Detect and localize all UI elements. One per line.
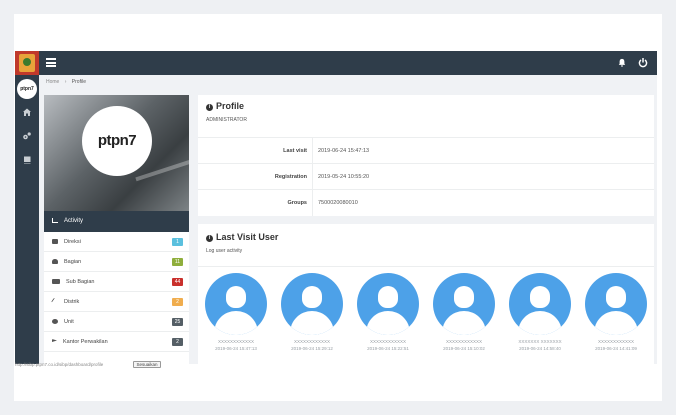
- row-key: Registration: [274, 174, 307, 180]
- book-icon: [52, 239, 58, 245]
- user-avatar[interactable]: [281, 273, 343, 335]
- top-navbar: [15, 51, 657, 75]
- activity-item-sub-bagian[interactable]: Sub Bagian 44: [44, 272, 189, 292]
- breadcrumb-separator: ›: [64, 79, 67, 85]
- user-time: 2019-06-24 14:58:40: [519, 346, 561, 351]
- info-row-last-visit: Last visit 2019-06-24 15:47:13: [198, 137, 654, 164]
- row-value: 2019-05-24 10:55:20: [318, 174, 370, 180]
- user-avatar[interactable]: [509, 273, 571, 335]
- info-row-groups: Groups 7500020080010: [198, 189, 654, 216]
- activity-item-direksi[interactable]: Direksi 1: [44, 232, 189, 252]
- profile-role: ADMINISTRATOR: [206, 117, 247, 123]
- profile-card: i Profile ADMINISTRATOR Last visit 2019-0…: [198, 95, 654, 216]
- user-avatar[interactable]: [433, 273, 495, 335]
- info-row-registration: Registration 2019-05-24 10:55:20: [198, 163, 654, 190]
- breadcrumb-current: Profile: [71, 79, 86, 85]
- activity-item-bagian[interactable]: Bagian 11: [44, 252, 189, 272]
- profile-title-text: Profile: [216, 101, 245, 111]
- user-time: 2019-06-24 14:41:09: [595, 346, 637, 351]
- breadcrumb: Home › Profile: [46, 79, 90, 85]
- last-visit-subtitle: Log user activity: [206, 248, 243, 254]
- home-icon[interactable]: [22, 107, 32, 117]
- cogs-icon[interactable]: [22, 131, 32, 141]
- pencil-icon: [51, 297, 59, 306]
- count-badge: 2: [172, 338, 183, 346]
- user-name: XXXXXXXXXXXX: [217, 339, 255, 344]
- activity-label: Kantor Perwakilan: [63, 339, 108, 345]
- row-key: Last visit: [283, 148, 307, 154]
- breadcrumb-home[interactable]: Home: [46, 79, 59, 85]
- last-visit-title-text: Last Visit User: [216, 232, 279, 242]
- activity-label: Distrik: [64, 299, 80, 305]
- company-logo: ptpn7: [82, 106, 152, 176]
- count-badge: 11: [172, 258, 183, 266]
- row-value: 7500020080010: [318, 200, 358, 206]
- activity-item-distrik[interactable]: Distrik 2: [44, 292, 189, 312]
- user-name: XXXXXXXXXXXX: [445, 339, 483, 344]
- menu-toggle-icon[interactable]: [46, 58, 56, 67]
- user-time: 2019-06-24 15:47:13: [215, 346, 257, 351]
- user-icon: [52, 259, 58, 265]
- profile-side-card: ptpn7 Activity Direksi 1 Bagian 11 Sub B…: [44, 95, 189, 364]
- activity-label: Unit: [64, 319, 74, 325]
- user-avatar[interactable]: [205, 273, 267, 335]
- info-icon: i: [206, 104, 213, 111]
- row-value: 2019-06-24 15:47:13: [318, 148, 370, 154]
- user-avatar[interactable]: [357, 273, 419, 335]
- user-name: XXXXXXXXXXXX: [597, 339, 635, 344]
- activity-title: Activity: [64, 218, 84, 224]
- user-avatar[interactable]: [585, 273, 647, 335]
- app-logo[interactable]: [15, 51, 39, 75]
- activity-label: Sub Bagian: [66, 279, 95, 285]
- count-badge: 1: [172, 238, 183, 246]
- row-key: Groups: [287, 200, 307, 206]
- profile-title: i Profile: [206, 101, 244, 111]
- info-icon: i: [206, 235, 213, 242]
- cover-image: ptpn7: [44, 95, 189, 211]
- bell-icon[interactable]: [618, 58, 626, 67]
- user-time: 2019-06-24 15:22:51: [367, 346, 409, 351]
- count-badge: 2: [172, 298, 183, 306]
- activity-header: Activity: [44, 211, 189, 232]
- last-visit-title: i Last Visit User: [206, 232, 278, 242]
- sidebar-logo[interactable]: ptpn7: [17, 79, 37, 99]
- activity-item-kantor-perwakilan[interactable]: Kantor Perwakilan 2: [44, 332, 189, 352]
- count-badge: 25: [172, 318, 183, 326]
- activity-label: Bagian: [64, 259, 82, 265]
- user-name: XXXXXXXXXXXX: [293, 339, 331, 344]
- user-name: XXXXXXXXXXXX: [369, 339, 407, 344]
- user-name: XXXXXXX XXXXXXX: [518, 339, 562, 344]
- activity-label: Direksi: [64, 239, 81, 245]
- sidebar: ptpn7: [15, 75, 39, 364]
- cogs-icon: [52, 319, 58, 325]
- user-time: 2019-06-24 15:29:12: [291, 346, 333, 351]
- flag-icon: [52, 339, 57, 343]
- power-icon[interactable]: [638, 57, 648, 68]
- book-icon[interactable]: [22, 155, 32, 165]
- activity-item-unit[interactable]: Unit 25: [44, 312, 189, 332]
- chart-icon: [52, 217, 58, 223]
- last-visit-card: i Last Visit User Log user activity XXXXX…: [198, 224, 654, 364]
- user-time: 2019-06-24 15:10:02: [443, 346, 485, 351]
- status-url: http://sibp.ptpn7.co.id/sibp/dashboard/p…: [15, 362, 104, 367]
- status-strip: [15, 364, 657, 370]
- count-badge: 44: [172, 278, 183, 286]
- app-window: ptpn7 Home › Profile ptpn7 Activity Dire…: [15, 51, 657, 364]
- adjust-button[interactable]: Sesuaikan: [133, 361, 161, 368]
- users-icon: [52, 279, 60, 285]
